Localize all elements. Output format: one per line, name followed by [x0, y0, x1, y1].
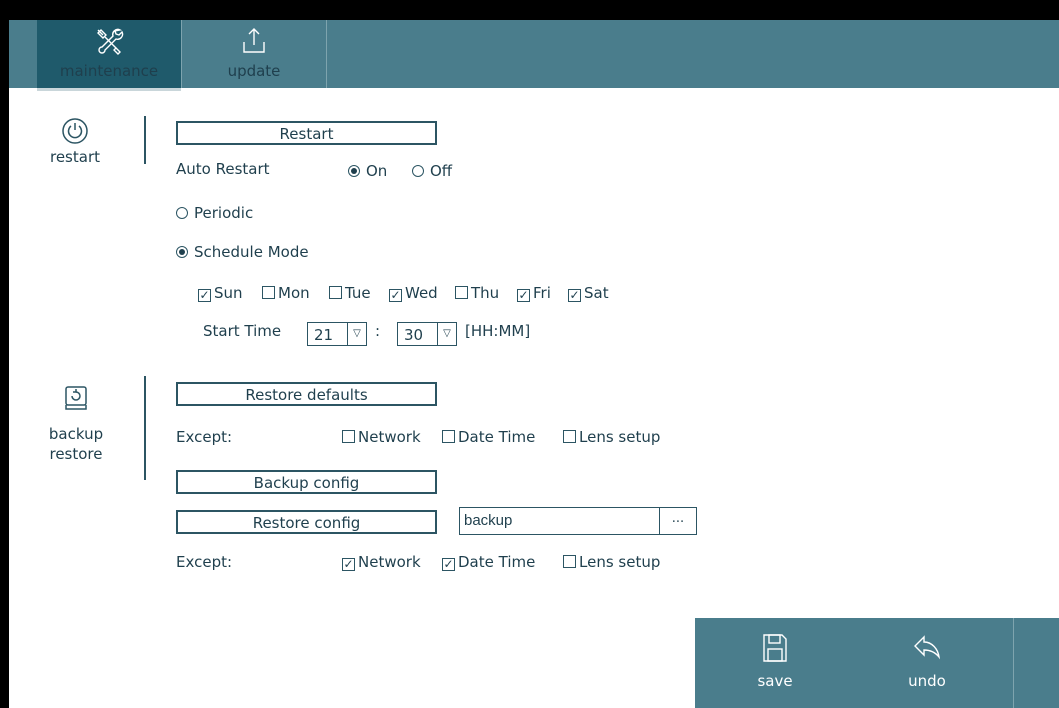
divider [1013, 618, 1014, 708]
except-network-checkbox[interactable]: Network [342, 428, 421, 446]
config-except-datetime-checkbox[interactable]: ✓ Date Time [442, 553, 535, 571]
hour-select[interactable]: 21 ▽ [307, 322, 367, 346]
checkbox-sun: ✓ [198, 288, 211, 302]
hour-value: 21 [314, 326, 334, 344]
upload-icon [243, 28, 265, 53]
restart-side-text: restart [49, 148, 100, 166]
day-label: Thu [471, 284, 500, 302]
day-label: Mon [278, 284, 310, 302]
datetime-label: Date Time [458, 428, 536, 446]
tab-update-label: update [227, 62, 281, 80]
backup-config-button[interactable]: Backup config [176, 470, 437, 494]
divider [144, 376, 146, 480]
radio-periodic-indicator [176, 207, 188, 219]
day-checkbox-tue[interactable]: Tue [329, 284, 371, 302]
backup-side-text: backup [48, 425, 104, 443]
auto-restart-on-radio[interactable]: On [348, 162, 387, 180]
restore-side-text: restore [49, 445, 103, 463]
start-time-label: Start Time [203, 322, 282, 340]
day-label: Wed [405, 284, 438, 302]
disk-restore-icon [65, 386, 87, 410]
bottom-action-bar: save undo [695, 618, 1059, 708]
restart-side-label: restart [45, 116, 105, 166]
day-checkbox-thu[interactable]: Thu [455, 284, 499, 302]
save-label: save [757, 672, 793, 690]
except-datetime-checkbox[interactable]: Date Time [442, 428, 535, 446]
day-checkbox-fri[interactable]: ✓ Fri [517, 284, 551, 302]
checkbox-thu [455, 286, 468, 299]
tab-maintenance-label: maintenance [59, 62, 159, 80]
minute-value: 30 [404, 326, 424, 344]
minute-select[interactable]: 30 ▽ [397, 322, 457, 346]
tab-update[interactable]: update [182, 20, 327, 88]
day-label: Sun [214, 284, 243, 302]
undo-icon [914, 635, 941, 660]
chevron-down-icon: ▽ [347, 323, 366, 345]
divider [144, 116, 146, 164]
restart-button[interactable]: Restart [176, 121, 437, 145]
wrench-screwdriver-icon [97, 28, 124, 55]
periodic-radio[interactable]: Periodic [176, 204, 253, 222]
day-checkbox-sun[interactable]: ✓ Sun [198, 284, 243, 302]
top-toolbar: maintenance update [9, 20, 1059, 91]
checkbox-datetime [442, 430, 455, 443]
tab-maintenance[interactable]: maintenance [37, 20, 182, 91]
checkbox-lens [563, 430, 576, 443]
auto-restart-off-radio[interactable]: Off [412, 162, 452, 180]
backup-restore-side-label: backup restore [41, 384, 111, 464]
off-label: Off [430, 162, 453, 180]
checkbox-datetime: ✓ [442, 557, 455, 571]
network-label: Network [358, 428, 421, 446]
except-label: Except: [176, 428, 233, 446]
checkbox-lens [563, 555, 576, 568]
checkbox-sat: ✓ [568, 288, 581, 302]
chevron-down-icon: ▽ [437, 323, 456, 345]
day-label: Fri [533, 284, 551, 302]
browse-button[interactable]: ... [659, 507, 697, 535]
config-except-network-checkbox[interactable]: ✓ Network [342, 553, 421, 571]
radio-on-indicator [348, 165, 360, 177]
restore-defaults-button[interactable]: Restore defaults [176, 382, 437, 406]
save-icon [763, 634, 787, 662]
app-frame: maintenance update restart Restart Auto … [9, 20, 1059, 708]
day-label: Tue [345, 284, 371, 302]
periodic-label: Periodic [194, 204, 254, 222]
except-label: Except: [176, 553, 233, 571]
config-except-lens-checkbox[interactable]: Lens setup [563, 553, 660, 571]
radio-off-indicator [412, 165, 424, 177]
lens-label: Lens setup [579, 428, 661, 446]
except-lens-checkbox[interactable]: Lens setup [563, 428, 660, 446]
checkbox-network [342, 430, 355, 443]
on-label: On [366, 162, 388, 180]
auto-restart-label: Auto Restart [176, 160, 270, 178]
power-icon [62, 118, 88, 144]
save-button[interactable]: save [715, 618, 835, 708]
checkbox-mon [262, 286, 275, 299]
schedule-mode-label: Schedule Mode [194, 243, 309, 261]
undo-button[interactable]: undo [867, 618, 987, 708]
day-checkbox-wed[interactable]: ✓ Wed [389, 284, 438, 302]
restore-config-button[interactable]: Restore config [176, 510, 437, 534]
time-format-label: [HH:MM] [465, 322, 531, 340]
day-label: Sat [584, 284, 609, 302]
checkbox-tue [329, 286, 342, 299]
checkbox-fri: ✓ [517, 288, 530, 302]
datetime-label: Date Time [458, 553, 536, 571]
checkbox-network: ✓ [342, 557, 355, 571]
schedule-mode-radio[interactable]: Schedule Mode [176, 243, 309, 261]
network-label: Network [358, 553, 421, 571]
radio-schedule-indicator [176, 246, 188, 258]
day-checkbox-mon[interactable]: Mon [262, 284, 310, 302]
undo-label: undo [908, 672, 946, 690]
checkbox-wed: ✓ [389, 288, 402, 302]
day-checkbox-sat[interactable]: ✓ Sat [568, 284, 609, 302]
restore-file-input[interactable]: backup [459, 507, 660, 535]
time-separator: : [375, 322, 381, 340]
lens-label: Lens setup [579, 553, 661, 571]
